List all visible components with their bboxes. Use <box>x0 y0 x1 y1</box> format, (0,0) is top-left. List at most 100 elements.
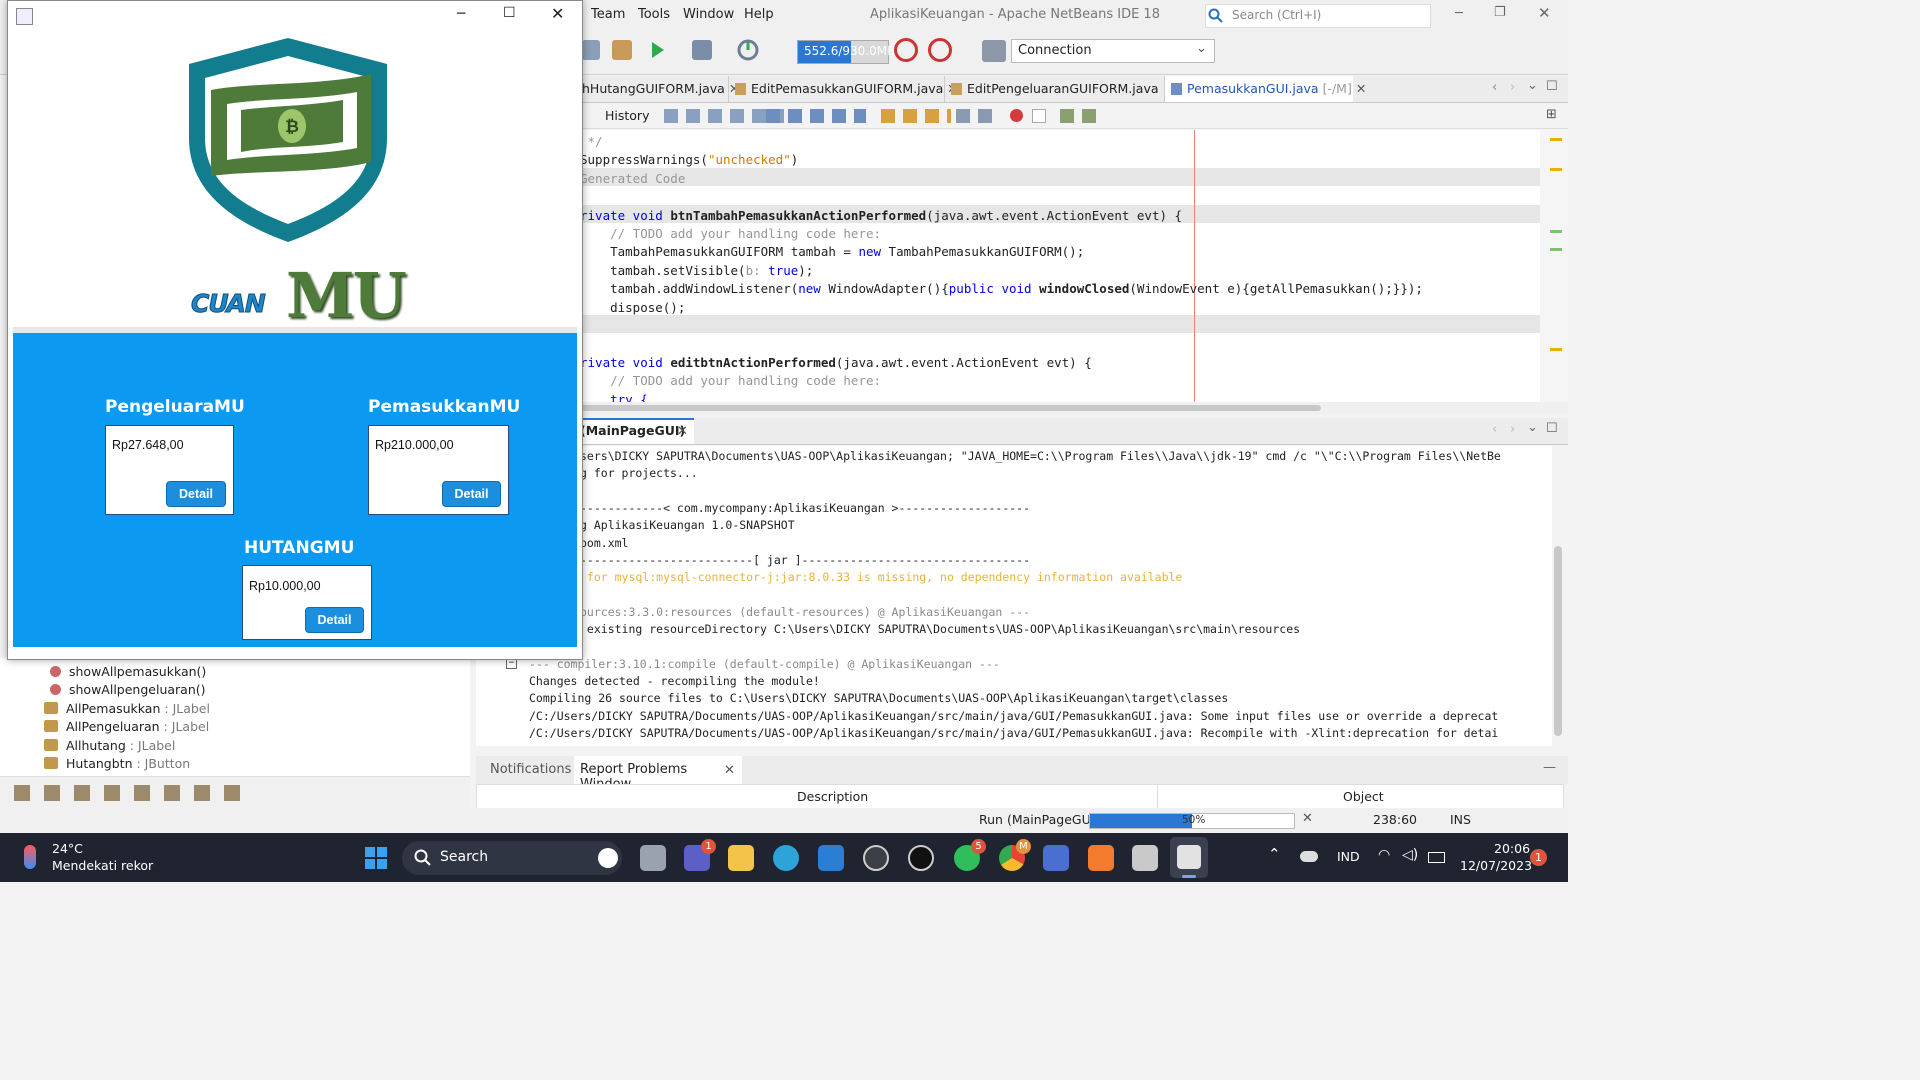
teams-icon[interactable]: 1 <box>684 839 716 871</box>
maximize-icon[interactable]: ☐ <box>1546 421 1558 436</box>
tab-edit-pemasukkan[interactable]: EditPemasukkanGUIFORM.java ✕ <box>728 76 958 102</box>
ide-search-box[interactable]: Search (Ctrl+I) <box>1205 4 1431 28</box>
close-icon[interactable]: ✕ <box>724 763 735 778</box>
whatsapp-icon[interactable]: 5 <box>954 839 986 871</box>
record-macro-icon[interactable] <box>1010 109 1023 122</box>
navigator-item[interactable]: AllPemasukkan : JLabel <box>44 700 210 718</box>
navigator-item-type: : JLabel <box>125 737 176 753</box>
connection-select[interactable]: Connection ⌄ <box>1011 39 1215 63</box>
run-icon[interactable] <box>650 40 666 60</box>
scroll-thumb[interactable] <box>576 405 1321 411</box>
maximize-icon[interactable]: ☐ <box>1546 79 1558 94</box>
cloud-icon[interactable] <box>1300 851 1318 862</box>
language-indicator[interactable]: IND <box>1337 849 1360 864</box>
tab-hutang-form[interactable]: hHutangGUIFORM.java ✕ <box>576 76 739 102</box>
minimize-icon[interactable]: — <box>1543 760 1556 775</box>
navigator-item-name: showAllpengeluaran() <box>69 682 206 698</box>
stop-macro-icon[interactable] <box>1032 109 1046 123</box>
menu-team[interactable]: Team <box>591 7 625 22</box>
chevron-down-icon[interactable]: ⌄ <box>1527 420 1538 435</box>
chevron-left-icon[interactable]: ‹ <box>1492 422 1497 437</box>
editor-hscrollbar[interactable] <box>576 402 1568 414</box>
xampp-icon[interactable] <box>1088 845 1114 871</box>
chevron-down-icon[interactable]: ⌄ <box>1527 78 1538 93</box>
weather-text[interactable]: Mendekati rekor <box>52 858 153 873</box>
code-line: rivate void btnTambahPemasukkanActionPer… <box>580 207 1182 225</box>
ide-minimize-icon[interactable]: ─ <box>1455 6 1463 21</box>
navigator-item[interactable]: AllPengeluaran : JLabel <box>44 718 209 736</box>
build-icon[interactable] <box>612 40 632 60</box>
dell-icon[interactable] <box>908 845 934 871</box>
tab-edit-pengeluaran[interactable]: EditPengeluaranGUIFORM.java ✕ <box>944 76 1173 102</box>
weather-temp[interactable]: 24°C <box>52 841 83 856</box>
app-minimize-icon[interactable]: ─ <box>457 6 465 22</box>
chrome-icon[interactable]: M <box>999 839 1031 871</box>
menu-help[interactable]: Help <box>744 7 774 22</box>
debug-icon[interactable] <box>692 40 712 60</box>
tab-notifications[interactable]: Notifications <box>490 762 571 777</box>
column-object[interactable]: Object <box>1343 789 1384 804</box>
clock-time[interactable]: 20:06 <box>1494 841 1530 856</box>
navigator-filter-icons[interactable] <box>14 785 244 801</box>
task-view-icon[interactable] <box>640 845 666 871</box>
app-cube-icon[interactable] <box>1043 845 1069 871</box>
memory-indicator[interactable]: 552.6/930.0MB <box>797 40 895 64</box>
windows-start-icon[interactable] <box>364 846 388 870</box>
output-console[interactable]: − sers\DICKY SAPUTRA\Documents\UAS-OOP\A… <box>476 446 1552 746</box>
pemasukkan-detail-button[interactable]: Detail <box>442 481 501 507</box>
volume-icon[interactable]: ◁) <box>1402 847 1418 863</box>
chevron-left-icon[interactable]: ‹ <box>1492 80 1497 95</box>
code-editor[interactable]: */SuppressWarnings("unchecked") Generated… <box>576 130 1540 407</box>
app-maximize-icon[interactable]: ☐ <box>503 5 516 21</box>
netbeans-icon[interactable] <box>1132 845 1158 871</box>
navigator-item[interactable]: Hutangbtn : JButton <box>44 755 190 773</box>
close-icon[interactable]: ✕ <box>1356 81 1366 96</box>
file-explorer-icon[interactable] <box>728 845 754 871</box>
battery-icon[interactable] <box>1428 852 1445 863</box>
hutang-detail-button[interactable]: Detail <box>305 607 364 633</box>
profile-icon[interactable] <box>736 38 760 62</box>
tab-output-run[interactable]: (MainPageGUI) ✕ <box>576 418 694 444</box>
comment-icon[interactable] <box>1060 109 1096 123</box>
chevron-up-icon[interactable]: ⌃ <box>1268 845 1281 863</box>
ide-restore-icon[interactable]: ❐ <box>1494 5 1506 20</box>
bookmark-icon[interactable] <box>881 109 951 123</box>
ide-close-icon[interactable]: ✕ <box>1538 4 1551 22</box>
app-close-icon[interactable]: ✕ <box>551 4 564 23</box>
mail-icon[interactable] <box>818 845 844 871</box>
navigator-item[interactable]: showAllpengeluaran() <box>50 681 206 699</box>
menu-window[interactable]: Window <box>683 7 734 22</box>
run-progress-text: 50% <box>1182 814 1206 826</box>
taskbar-search[interactable]: Search <box>402 841 622 875</box>
search-buttons-icon[interactable] <box>766 109 866 123</box>
clean-icon[interactable] <box>582 40 600 60</box>
scroll-thumb[interactable] <box>1554 546 1562 736</box>
cancel-run-icon[interactable]: ✕ <box>1302 811 1313 826</box>
split-icon[interactable]: ⊞ <box>1546 107 1557 122</box>
java-app-taskbar-item[interactable] <box>1170 837 1208 878</box>
tab-report-problems[interactable]: Report Problems Window ✕ <box>574 756 742 792</box>
connection-icon[interactable] <box>982 40 1006 62</box>
navigator-item[interactable]: showAllpemasukkan() <box>50 663 206 681</box>
navigator-item[interactable]: Allhutang : JLabel <box>44 737 175 755</box>
output-line: existing resourceDirectory C:\Users\DICK… <box>580 622 1301 636</box>
gc-icon[interactable] <box>894 38 918 62</box>
wifi-icon[interactable]: ◠ <box>1378 847 1390 863</box>
media-player-icon[interactable] <box>863 845 889 871</box>
clock-date[interactable]: 12/07/2023 <box>1460 858 1532 873</box>
edge-icon[interactable] <box>773 845 799 871</box>
code-token: */ <box>580 134 603 149</box>
column-description[interactable]: Description <box>797 789 868 804</box>
menu-tools[interactable]: Tools <box>638 7 670 22</box>
chevron-right-icon[interactable]: › <box>1510 422 1515 437</box>
pengeluaran-detail-button[interactable]: Detail <box>166 481 226 507</box>
output-vscrollbar[interactable] <box>1552 446 1564 746</box>
history-tab[interactable]: History <box>605 108 649 123</box>
tab-pemasukkan-gui[interactable]: PemasukkanGUI.java [-/M] ✕ <box>1164 76 1366 102</box>
chevron-right-icon[interactable]: › <box>1510 80 1515 95</box>
shift-line-icon[interactable] <box>956 109 996 123</box>
whatsapp-badge: 5 <box>971 839 986 854</box>
notification-badge[interactable]: 1 <box>1530 849 1547 866</box>
gc-icon-2[interactable] <box>928 38 952 62</box>
close-icon[interactable]: ✕ <box>677 424 688 439</box>
